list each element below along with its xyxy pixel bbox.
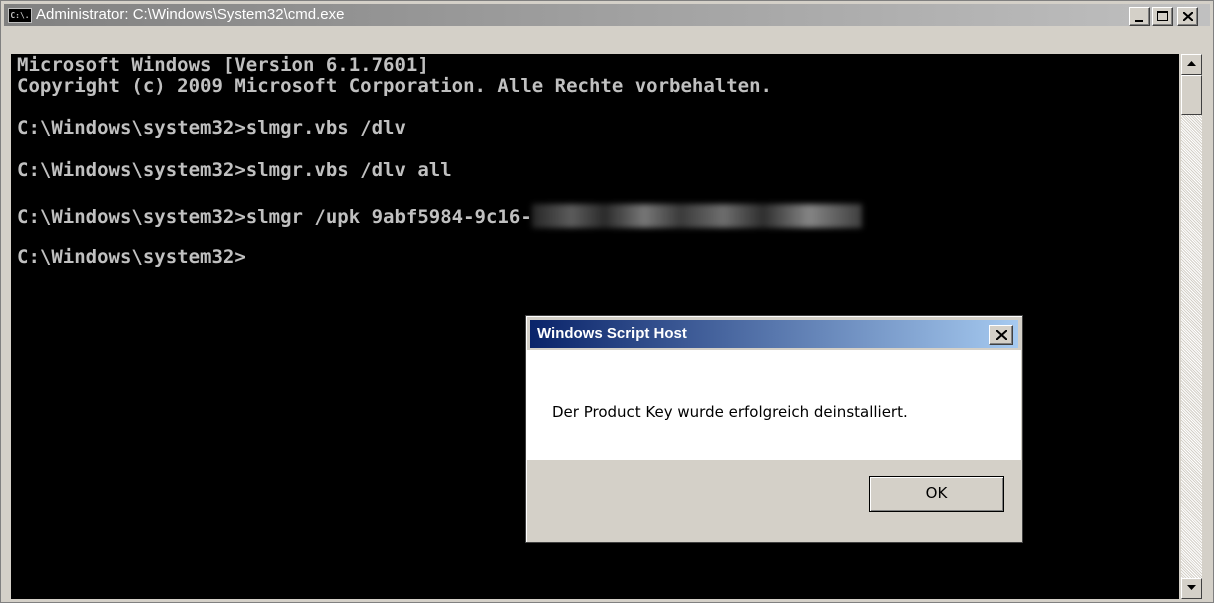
ok-button[interactable]: OK <box>869 476 1004 512</box>
close-icon <box>1183 12 1193 21</box>
scroll-thumb[interactable] <box>1181 75 1202 115</box>
redacted-product-key <box>531 204 862 228</box>
dialog-body: Der Product Key wurde erfolgreich deinst… <box>527 350 1021 460</box>
maximize-button[interactable] <box>1152 7 1173 26</box>
dialog-titlebar[interactable]: Windows Script Host <box>530 320 1018 348</box>
dialog-close-button[interactable] <box>989 325 1013 345</box>
console-line-text: C:\Windows\system32>slmgr /upk 9abf5984-… <box>17 206 532 228</box>
message-dialog: Windows Script Host Der Product Key wurd… <box>525 315 1023 543</box>
cmd-icon[interactable]: C:\. <box>8 8 32 23</box>
console-line: C:\Windows\system32>slmgr.vbs /dlv all <box>17 159 452 181</box>
close-button[interactable] <box>1177 7 1198 26</box>
console-prompt: C:\Windows\system32> <box>17 246 246 268</box>
console-line: C:\Windows\system32>slmgr.vbs /dlv <box>17 117 406 139</box>
window-title: Administrator: C:\Windows\System32\cmd.e… <box>36 6 345 23</box>
arrow-up-icon <box>1187 61 1196 66</box>
console-line: Microsoft Windows [Version 6.1.7601] <box>17 54 429 76</box>
maximize-icon <box>1157 11 1168 21</box>
console-line: Copyright (c) 2009 Microsoft Corporation… <box>17 75 772 97</box>
minimize-button[interactable] <box>1129 7 1150 26</box>
console-line-upk: C:\Windows\system32>slmgr /upk 9abf5984-… <box>17 204 862 228</box>
vertical-scrollbar[interactable] <box>1181 54 1202 599</box>
scroll-down-button[interactable] <box>1181 578 1202 599</box>
cmd-titlebar[interactable]: C:\. Administrator: C:\Windows\System32\… <box>4 4 1210 26</box>
close-icon <box>996 330 1007 340</box>
scroll-up-button[interactable] <box>1181 54 1202 75</box>
arrow-down-icon <box>1187 585 1196 590</box>
dialog-title: Windows Script Host <box>537 325 687 342</box>
minimize-icon <box>1135 20 1143 22</box>
dialog-message: Der Product Key wurde erfolgreich deinst… <box>552 403 908 421</box>
